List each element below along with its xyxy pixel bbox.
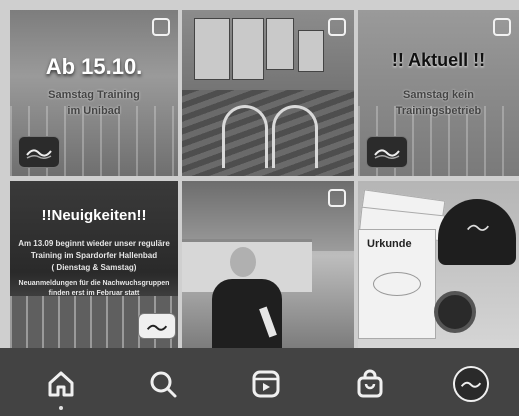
active-indicator (59, 406, 63, 410)
multiple-posts-icon (328, 18, 346, 36)
post-text-line-4: Neuanmeldungen für die Nachwuchsgruppen (18, 280, 170, 287)
window (194, 18, 230, 80)
post-tile-5[interactable] (182, 181, 354, 348)
window (232, 18, 264, 80)
post-text-line-1: Am 13.09 beginnt wieder unser reguläre (18, 239, 170, 248)
stopwatch (434, 291, 476, 333)
bottom-nav-bar (0, 348, 519, 416)
pool-ladder (222, 105, 268, 168)
post-subline-2: im Unibad (67, 105, 121, 117)
post-subline-2: Trainingsbetrieb (395, 105, 482, 117)
post-subline-1: Samstag kein (403, 89, 474, 101)
post-headline: Ab 15.10. (45, 54, 143, 79)
post-headline: !! Aktuell !! (391, 50, 486, 70)
post-tile-1[interactable]: Ab 15.10. Samstag Training im Unibad (10, 10, 178, 176)
person-shirt (212, 279, 282, 348)
window (298, 30, 324, 72)
post-tile-6[interactable]: Urkunde (358, 181, 519, 348)
multiple-posts-icon (152, 18, 170, 36)
swim-cap (438, 199, 516, 265)
post-tile-2[interactable] (182, 10, 354, 176)
post-text-line-5: finden erst im Februar statt (48, 290, 140, 297)
certificate: Urkunde (358, 229, 436, 339)
pool-floor (182, 90, 354, 176)
post-text-line-2: Training im Spardorfer Hallenbad (30, 251, 158, 260)
reels-icon[interactable] (248, 366, 284, 402)
post-text-line-3: ( Dienstag & Samstag) (51, 263, 137, 272)
person-head (230, 247, 256, 277)
club-logo (138, 313, 176, 339)
pool-ladder (272, 105, 318, 168)
certificate-title: Urkunde (367, 238, 412, 250)
post-subline-1: Samstag Training (48, 89, 140, 101)
search-icon[interactable] (145, 366, 181, 402)
post-tile-3[interactable]: !! Aktuell !! Samstag kein Trainingsbetr… (358, 10, 519, 176)
profile-avatar[interactable] (453, 366, 489, 402)
post-title: !!Neuigkeiten!! (41, 207, 147, 224)
club-logo (366, 136, 408, 168)
multiple-posts-icon (328, 189, 346, 207)
post-grid: Ab 15.10. Samstag Training im Unibad !! … (0, 0, 519, 348)
multiple-posts-icon (493, 18, 511, 36)
window (266, 18, 294, 70)
shop-icon[interactable] (352, 366, 388, 402)
home-icon[interactable] (43, 366, 79, 402)
post-tile-4[interactable]: !!Neuigkeiten!! Am 13.09 beginnt wieder … (10, 181, 178, 348)
club-logo (18, 136, 60, 168)
certificate-logo (373, 272, 421, 296)
